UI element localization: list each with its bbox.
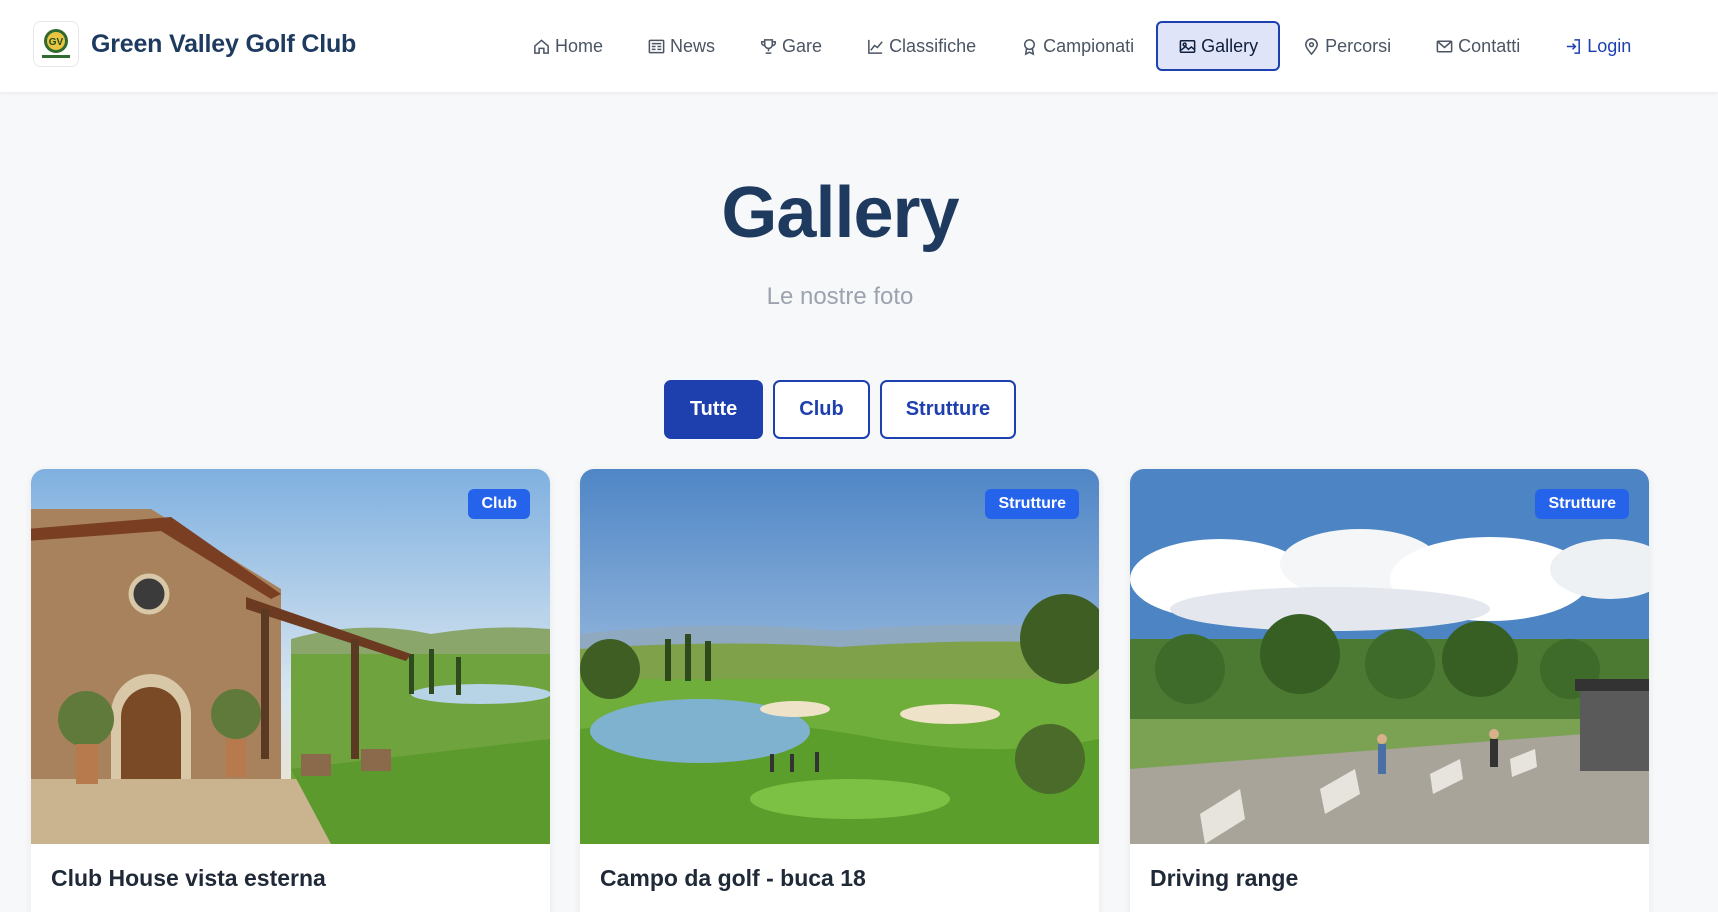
nav-classifiche-label: Classifiche xyxy=(889,35,977,56)
main-nav: Home News Gare Classifiche Campionati Ga… xyxy=(510,21,1653,71)
svg-text:GV: GV xyxy=(49,37,64,48)
driving-range-image xyxy=(1130,469,1649,844)
page-subtitle: Le nostre foto xyxy=(766,283,914,310)
newspaper-icon xyxy=(648,39,665,53)
card-title: Campo da golf - buca 18 xyxy=(600,865,866,891)
category-badge: Club xyxy=(468,489,530,519)
nav-classifiche[interactable]: Classifiche xyxy=(844,21,998,71)
driving-range-photo[interactable]: Strutture xyxy=(1130,469,1649,844)
nav-campionati-label: Campionati xyxy=(1043,35,1135,56)
club-logo: GV xyxy=(33,21,79,67)
nav-campionati[interactable]: Campionati xyxy=(998,21,1156,71)
nav-gare[interactable]: Gare xyxy=(737,21,844,71)
nav-contatti-label: Contatti xyxy=(1458,35,1521,56)
nav-percorsi-label: Percorsi xyxy=(1325,35,1392,56)
gallery-card[interactable]: Strutture Campo da golf - buca 18 xyxy=(580,469,1099,912)
category-filters: Tutte Club Strutture xyxy=(0,380,1680,439)
nav-news-label: News xyxy=(670,35,716,56)
nav-gallery-label: Gallery xyxy=(1201,35,1259,56)
map-pin-icon xyxy=(1305,37,1319,55)
nav-contatti[interactable]: Contatti xyxy=(1413,21,1542,71)
nav-news[interactable]: News xyxy=(625,21,737,71)
filter-strutture-button[interactable]: Strutture xyxy=(879,380,1017,439)
nav-percorsi[interactable]: Percorsi xyxy=(1280,21,1413,71)
nav-login-label: Login xyxy=(1587,35,1632,56)
brand[interactable]: GV Green Valley Golf Club xyxy=(33,21,356,67)
gallery-card[interactable]: Club Club House vista esterna xyxy=(31,469,550,912)
filter-club-button[interactable]: Club xyxy=(773,380,870,439)
card-title: Club House vista esterna xyxy=(51,865,326,891)
clubhouse-photo[interactable]: Club xyxy=(31,469,550,844)
nav-login[interactable]: Login xyxy=(1542,21,1653,71)
nav-home-label: Home xyxy=(555,35,604,56)
nav-gare-label: Gare xyxy=(782,35,823,56)
login-icon xyxy=(1567,38,1581,54)
nav-home[interactable]: Home xyxy=(510,21,625,71)
navbar: GV Green Valley Golf Club Home News Gare… xyxy=(0,0,1718,93)
filter-all-button[interactable]: Tutte xyxy=(663,380,764,439)
chart-line-icon xyxy=(868,39,883,54)
award-icon xyxy=(1024,38,1036,55)
logo-emblem-icon: GV xyxy=(42,29,70,58)
category-badge: Strutture xyxy=(985,489,1079,519)
home-icon xyxy=(534,38,549,54)
gallery-card[interactable]: Strutture Driving range xyxy=(1130,469,1649,912)
category-badge: Strutture xyxy=(1535,489,1629,519)
brand-title: Green Valley Golf Club xyxy=(91,29,357,58)
trophy-icon xyxy=(760,38,777,54)
nav-gallery[interactable]: Gallery xyxy=(1156,21,1281,71)
image-icon xyxy=(1179,39,1196,53)
envelope-icon xyxy=(1436,40,1453,52)
page-title: Gallery xyxy=(721,173,959,253)
clubhouse-image xyxy=(31,469,550,844)
card-title: Driving range xyxy=(1150,865,1299,891)
golf-course-image xyxy=(580,469,1099,844)
golf-course-photo[interactable]: Strutture xyxy=(580,469,1099,844)
